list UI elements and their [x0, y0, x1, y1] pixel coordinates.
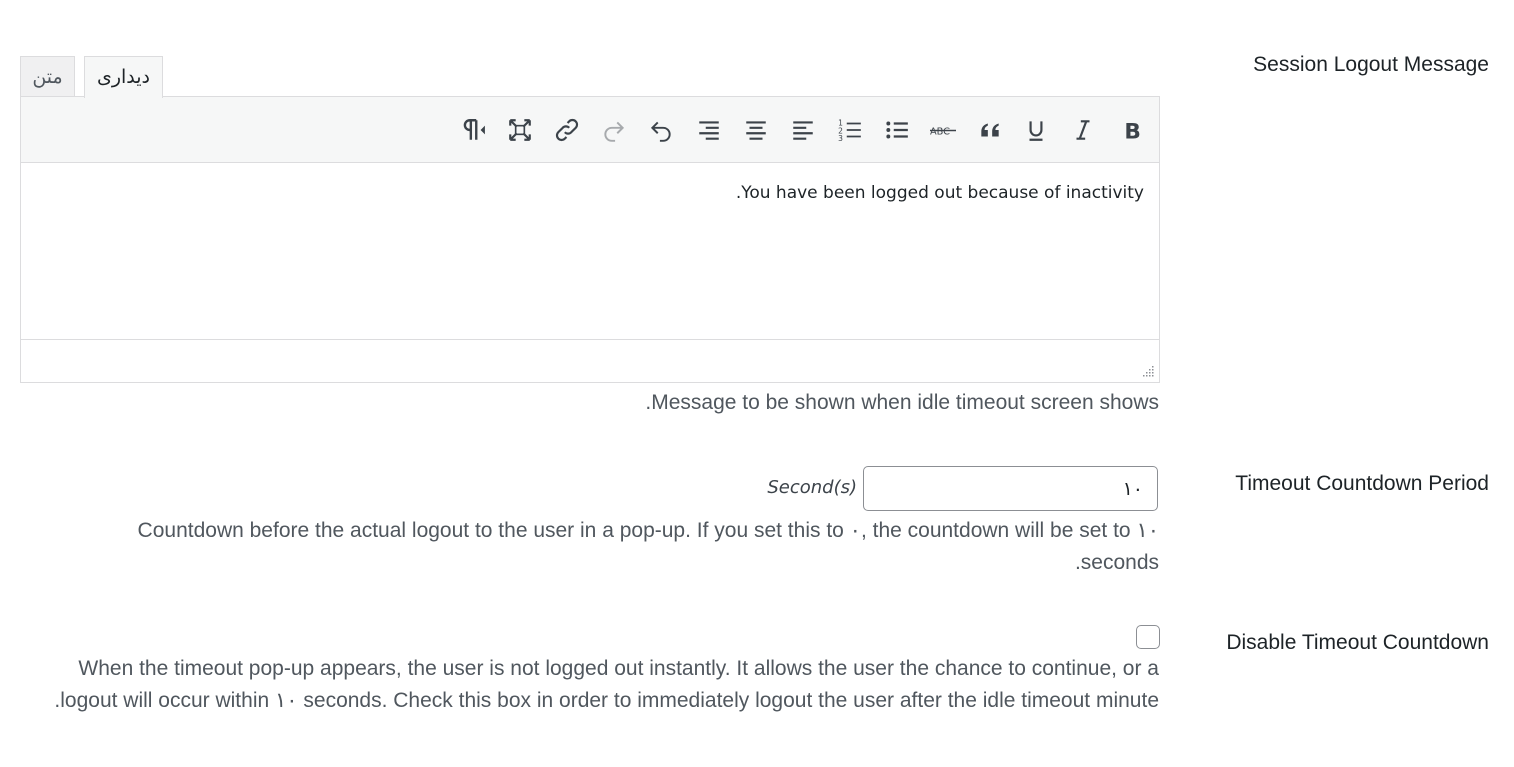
disable-countdown-description: When the timeout pop-up appears, the use… — [54, 657, 1159, 712]
strikethrough-icon[interactable]: ABC — [927, 114, 959, 146]
svg-text:B: B — [1124, 120, 1141, 143]
redo-icon[interactable] — [598, 114, 630, 146]
bold-icon[interactable]: B — [1116, 114, 1148, 146]
link-icon[interactable] — [551, 114, 583, 146]
session-logout-description: Message to be shown when idle timeout sc… — [645, 391, 1159, 414]
tab-visual[interactable]: دیداری — [84, 56, 163, 98]
undo-icon[interactable] — [645, 114, 677, 146]
align-right-icon[interactable] — [693, 114, 725, 146]
numbered-list-icon[interactable]: 123 — [834, 114, 866, 146]
timeout-countdown-description: Countdown before the actual logout to th… — [137, 519, 1159, 574]
session-logout-message-label: Session Logout Message — [1253, 53, 1489, 76]
tab-text[interactable]: متن — [20, 56, 75, 96]
editor-toolbar: B ABC 123 — [21, 97, 1159, 163]
svg-text:3: 3 — [838, 134, 843, 143]
disable-countdown-label: Disable Timeout Countdown — [1226, 631, 1489, 654]
bulleted-list-icon[interactable] — [881, 114, 913, 146]
timeout-countdown-label: Timeout Countdown Period — [1235, 472, 1489, 495]
timeout-countdown-input[interactable] — [863, 466, 1158, 511]
seconds-unit-label: Second(s) — [767, 477, 857, 498]
underline-icon[interactable] — [1020, 114, 1052, 146]
fullscreen-icon[interactable] — [504, 114, 536, 146]
message-editor: B ABC 123 You have been logged out becau… — [20, 96, 1160, 383]
disable-countdown-checkbox[interactable] — [1136, 625, 1160, 649]
editor-statusbar — [21, 339, 1159, 382]
italic-icon[interactable] — [1067, 114, 1099, 146]
svg-text:ABC: ABC — [930, 126, 950, 137]
align-center-icon[interactable] — [740, 114, 772, 146]
blockquote-icon[interactable] — [974, 114, 1006, 146]
align-left-icon[interactable] — [787, 114, 819, 146]
resize-handle-icon[interactable] — [1141, 364, 1155, 378]
editor-content[interactable]: You have been logged out because of inac… — [21, 163, 1159, 339]
text-direction-icon[interactable] — [457, 114, 489, 146]
